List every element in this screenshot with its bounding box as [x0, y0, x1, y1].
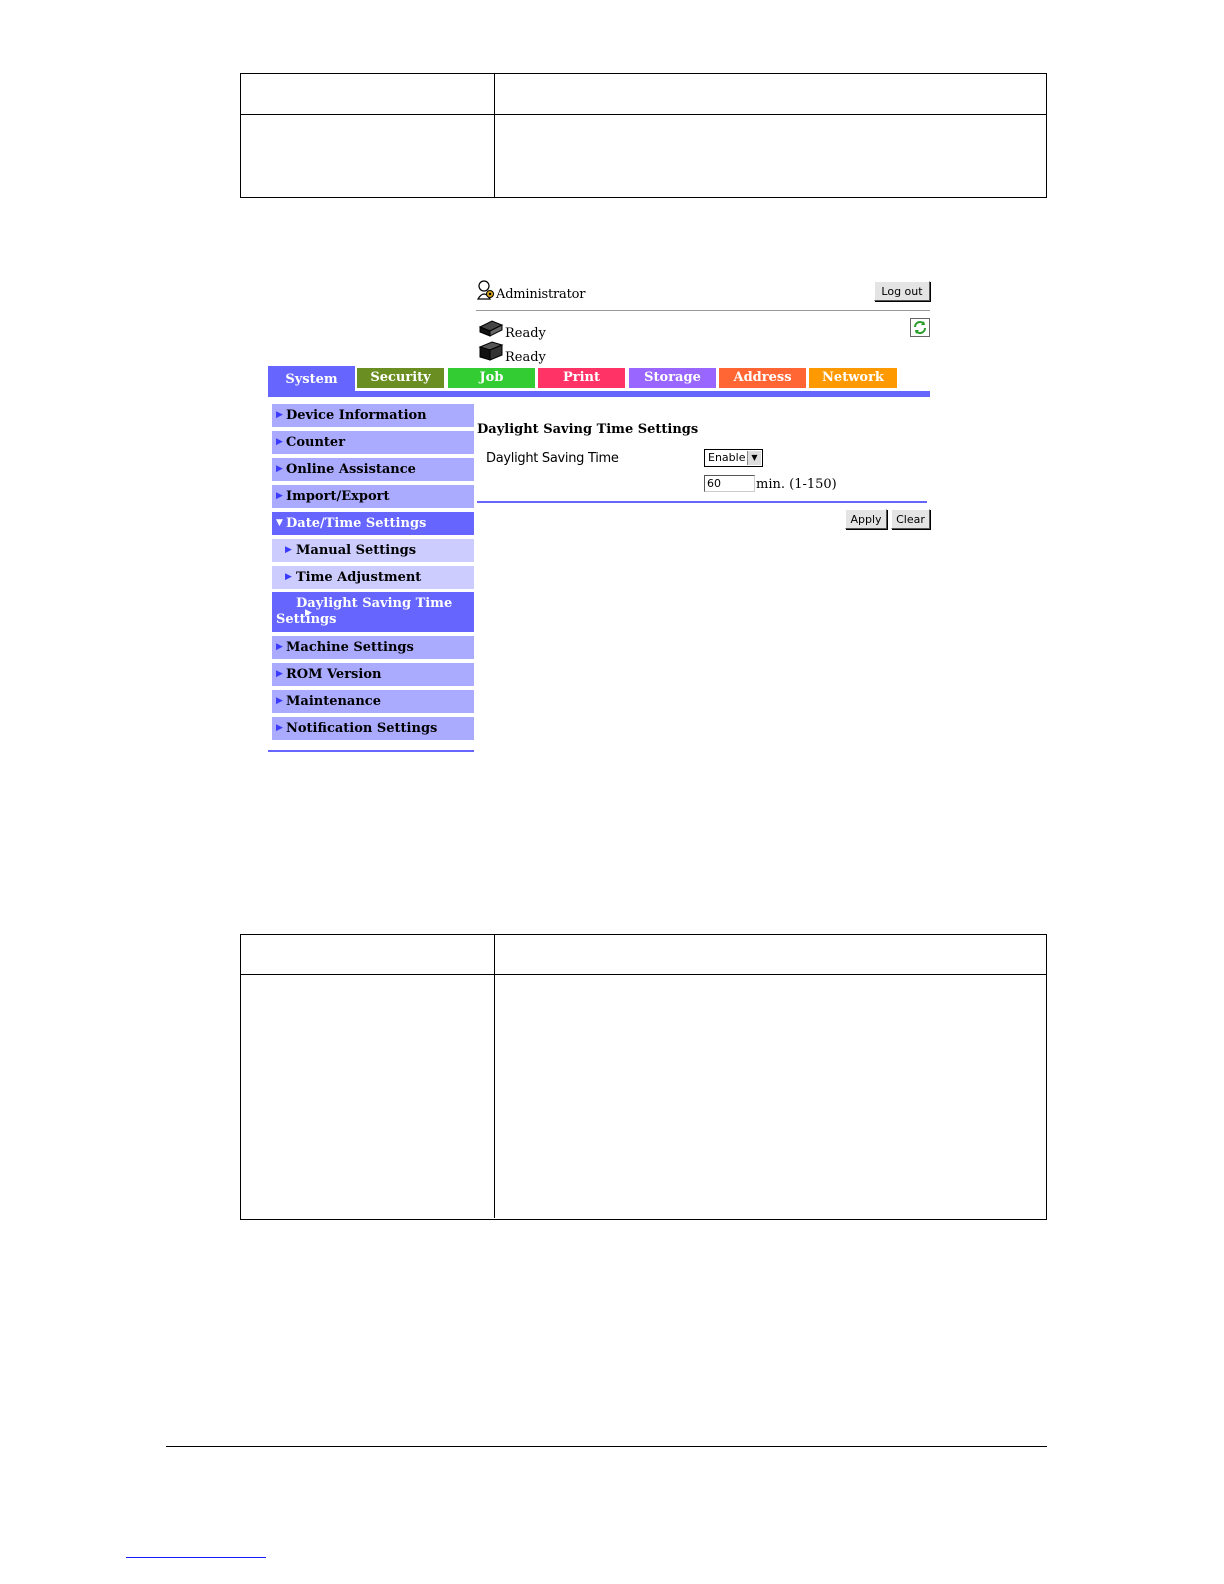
arrow-right-icon: ▶ [276, 491, 283, 501]
table-cell [241, 115, 495, 197]
chevron-down-icon[interactable]: ▼ [747, 451, 761, 465]
minutes-unit: min. (1-150) [756, 477, 837, 492]
tab-network[interactable]: Network [809, 368, 897, 388]
top-table [240, 73, 1047, 198]
arrow-right-icon: ▶ [276, 464, 283, 474]
sidebar-item-import-export[interactable]: ▶ Import/Export [272, 485, 474, 508]
footer-link[interactable] [126, 1557, 266, 1558]
tab-underline [268, 391, 930, 397]
sidebar-item-label: Maintenance [286, 694, 381, 709]
sidebar-item-manual-settings[interactable]: ▶ Manual Settings [272, 539, 474, 562]
arrow-right-icon: ▶ [276, 723, 283, 733]
sidebar-item-maintenance[interactable]: ▶ Maintenance [272, 690, 474, 713]
daylight-saving-time-label: Daylight Saving Time [486, 451, 619, 466]
refresh-icon [914, 321, 926, 334]
category-tabs: System Security Job Print Storage Addres… [268, 366, 930, 392]
tab-security[interactable]: Security [357, 368, 444, 388]
arrow-right-icon: ▶ [276, 696, 283, 706]
table-cell [241, 935, 495, 974]
sidebar-bottom-divider [268, 750, 474, 752]
table-cell [241, 74, 495, 114]
sidebar-item-label: Notification Settings [286, 721, 438, 736]
table-row [241, 975, 1046, 1218]
sidebar-item-label: Online Assistance [286, 462, 416, 477]
sidebar-item-label: Import/Export [286, 489, 390, 504]
arrow-down-icon: ▼ [276, 518, 283, 528]
logout-button[interactable]: Log out [874, 281, 930, 301]
sidebar-item-time-adjustment-settings[interactable]: ▶Time Adjustment Settings [272, 566, 474, 608]
clear-button[interactable]: Clear [891, 509, 930, 529]
apply-button[interactable]: Apply [845, 509, 887, 529]
sidebar-item-rom-version[interactable]: ▶ ROM Version [272, 663, 474, 686]
sidebar-item-device-information[interactable]: ▶ Device Information [272, 404, 474, 427]
tab-print[interactable]: Print [538, 368, 625, 388]
tab-system[interactable]: System [268, 366, 355, 392]
table-header-row [241, 935, 1046, 975]
select-value: Enable [708, 451, 746, 464]
arrow-right-icon: ▶ [285, 572, 292, 582]
arrow-right-icon: ▶ [285, 545, 292, 555]
bottom-table [240, 934, 1047, 1220]
table-cell [495, 74, 1046, 114]
table-cell [241, 975, 495, 1218]
sidebar-item-label: ROM Version [286, 667, 382, 682]
arrow-right-icon: ▶ [276, 437, 283, 447]
sidebar-item-label: Machine Settings [286, 640, 414, 655]
content-divider [477, 501, 927, 503]
table-header-row [241, 74, 1046, 115]
table-row [241, 115, 1046, 197]
minutes-input[interactable]: 60 [704, 475, 755, 492]
administrator-icon [476, 280, 494, 300]
tab-storage[interactable]: Storage [629, 368, 716, 388]
printer-status: Ready [505, 326, 546, 341]
sidebar-item-online-assistance[interactable]: ▶ Online Assistance [272, 458, 474, 481]
sidebar-item-label: Manual Settings [296, 543, 417, 558]
arrow-right-icon: ▶ [276, 410, 283, 420]
tab-job[interactable]: Job [448, 368, 535, 388]
printer-icon [478, 320, 504, 337]
arrow-right-icon: ▶ [276, 642, 283, 652]
scanner-icon [478, 341, 504, 361]
table-cell [495, 975, 1046, 1218]
daylight-saving-time-select[interactable]: Enable ▼ [704, 449, 763, 467]
header-divider [476, 310, 930, 311]
sidebar-item-label: Counter [286, 435, 346, 450]
table-cell [495, 935, 1046, 974]
arrow-right-icon: ▶ [276, 669, 283, 679]
sidebar-item-counter[interactable]: ▶ Counter [272, 431, 474, 454]
sidebar-item-date-time-settings[interactable]: ▼ Date/Time Settings [272, 512, 474, 535]
refresh-button[interactable] [910, 318, 930, 337]
sidebar-item-notification-settings[interactable]: ▶ Notification Settings [272, 717, 474, 740]
user-name: Administrator [496, 287, 586, 302]
arrow-right-icon: ▶ [305, 608, 312, 618]
sidebar-item-label: Device Information [286, 408, 427, 423]
page-title: Daylight Saving Time Settings [477, 422, 699, 437]
sidebar-item-machine-settings[interactable]: ▶ Machine Settings [272, 636, 474, 659]
table-cell [495, 115, 1046, 197]
scanner-status: Ready [505, 350, 546, 365]
footer-divider [166, 1446, 1047, 1447]
sidebar-item-label: Date/Time Settings [286, 516, 427, 531]
sidebar-item-daylight-saving-time-settings[interactable]: ▶ Daylight Saving Time Settings [272, 592, 474, 632]
tab-address[interactable]: Address [719, 368, 806, 388]
